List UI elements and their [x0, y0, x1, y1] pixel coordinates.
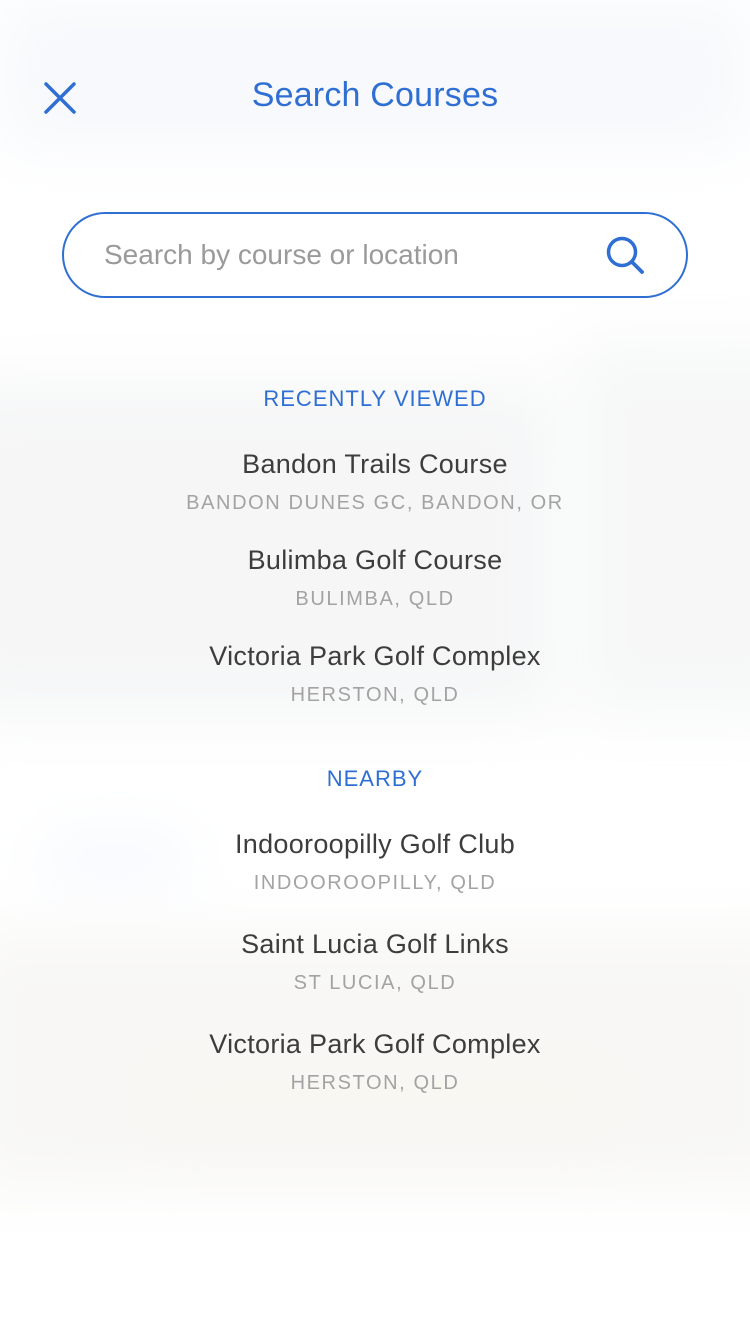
course-name: Victoria Park Golf Complex: [209, 1029, 541, 1059]
list-item[interactable]: Saint Lucia Golf Links ST LUCIA, QLD: [0, 929, 750, 995]
nearby-heading: NEARBY: [326, 766, 424, 791]
search-icon[interactable]: [604, 234, 646, 276]
list-item[interactable]: Bulimba Golf Course BULIMBA, QLD: [0, 545, 750, 611]
list-item[interactable]: Indooroopilly Golf Club INDOOROOPILLY, Q…: [0, 829, 750, 895]
search-input[interactable]: [104, 214, 584, 296]
course-name: Victoria Park Golf Complex: [209, 641, 541, 671]
page-title: Search Courses: [251, 76, 499, 114]
list-item[interactable]: Victoria Park Golf Complex HERSTON, QLD: [0, 1029, 750, 1095]
list-item[interactable]: Bandon Trails Course BANDON DUNES GC, BA…: [0, 449, 750, 515]
course-location: BANDON DUNES GC, BANDON, OR: [186, 492, 564, 514]
list-item[interactable]: Victoria Park Golf Complex HERSTON, QLD: [0, 641, 750, 707]
search-box[interactable]: [62, 212, 688, 298]
course-location: HERSTON, QLD: [290, 684, 460, 706]
course-location: HERSTON, QLD: [290, 1072, 460, 1094]
recently-viewed-heading: RECENTLY VIEWED: [263, 386, 487, 411]
course-location: ST LUCIA, QLD: [293, 972, 457, 994]
header: Search Courses: [0, 0, 750, 150]
course-location: INDOOROOPILLY, QLD: [253, 872, 497, 894]
course-name: Saint Lucia Golf Links: [241, 929, 509, 959]
course-location: BULIMBA, QLD: [295, 588, 455, 610]
course-name: Bulimba Golf Course: [247, 545, 503, 575]
course-name: Indooroopilly Golf Club: [234, 829, 516, 859]
course-name: Bandon Trails Course: [242, 449, 508, 479]
